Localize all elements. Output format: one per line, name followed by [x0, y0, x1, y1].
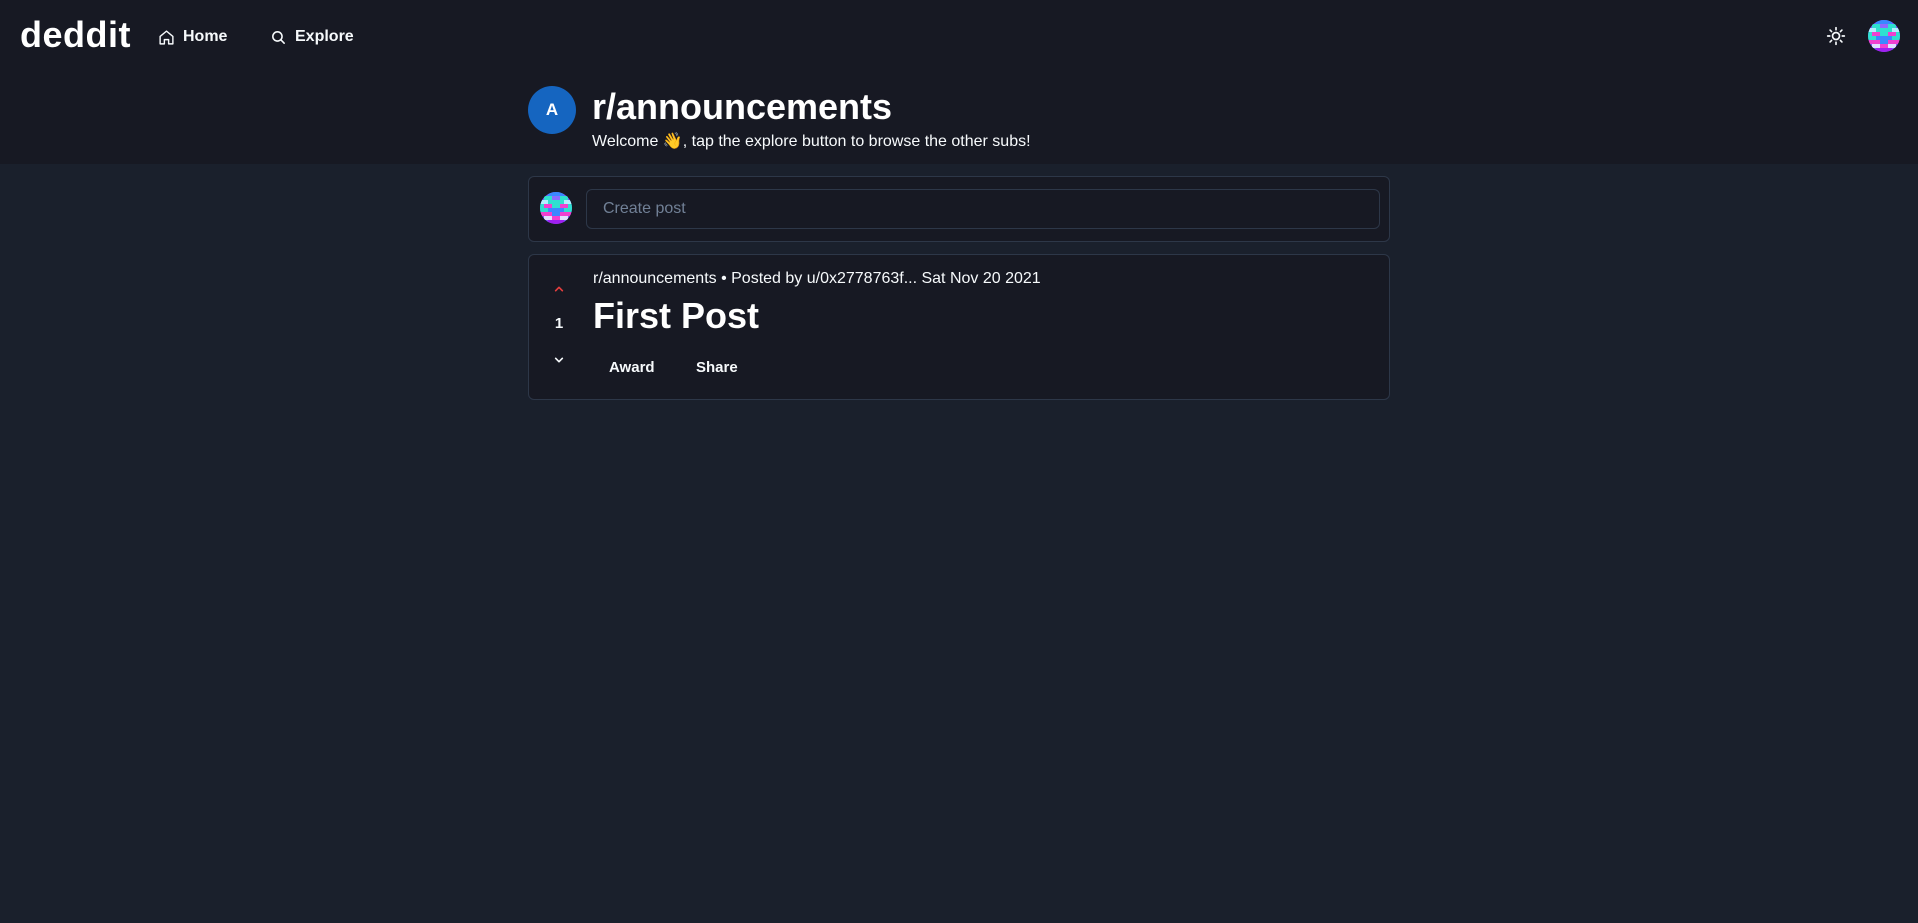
subreddit-description: Welcome 👋, tap the explore button to bro… — [592, 133, 1031, 150]
nav-explore-label: Explore — [295, 28, 354, 45]
app-logo[interactable]: deddit — [20, 14, 131, 56]
home-icon — [159, 29, 174, 45]
post-meta: r/announcements • Posted by u/0x2778763f… — [593, 270, 1041, 287]
pixel-avatar-icon — [1868, 20, 1900, 52]
create-post-input[interactable] — [586, 189, 1380, 229]
nav-home-label: Home — [183, 28, 228, 45]
subreddit-avatar: A — [528, 86, 576, 134]
create-post-card — [528, 176, 1390, 242]
award-button[interactable]: Award — [593, 351, 671, 383]
top-navbar: deddit Home Explore — [0, 0, 1918, 72]
search-icon — [272, 30, 285, 44]
post-card[interactable]: 1 r/announcements • Posted by u/0x277876… — [528, 254, 1390, 400]
sun-icon[interactable] — [1826, 26, 1846, 46]
nav-home-link[interactable]: Home — [158, 24, 227, 50]
create-post-avatar — [540, 192, 572, 224]
subreddit-title: r/announcements — [592, 86, 893, 127]
share-button[interactable]: Share — [680, 351, 754, 383]
downvote-chevron-down-icon[interactable] — [549, 350, 569, 370]
post-title[interactable]: First Post — [593, 295, 759, 337]
user-avatar[interactable] — [1868, 20, 1900, 52]
upvote-chevron-up-icon[interactable] — [549, 279, 569, 299]
nav-explore-link[interactable]: Explore — [270, 24, 354, 50]
vote-count: 1 — [554, 315, 564, 332]
pixel-avatar-icon — [540, 192, 572, 224]
